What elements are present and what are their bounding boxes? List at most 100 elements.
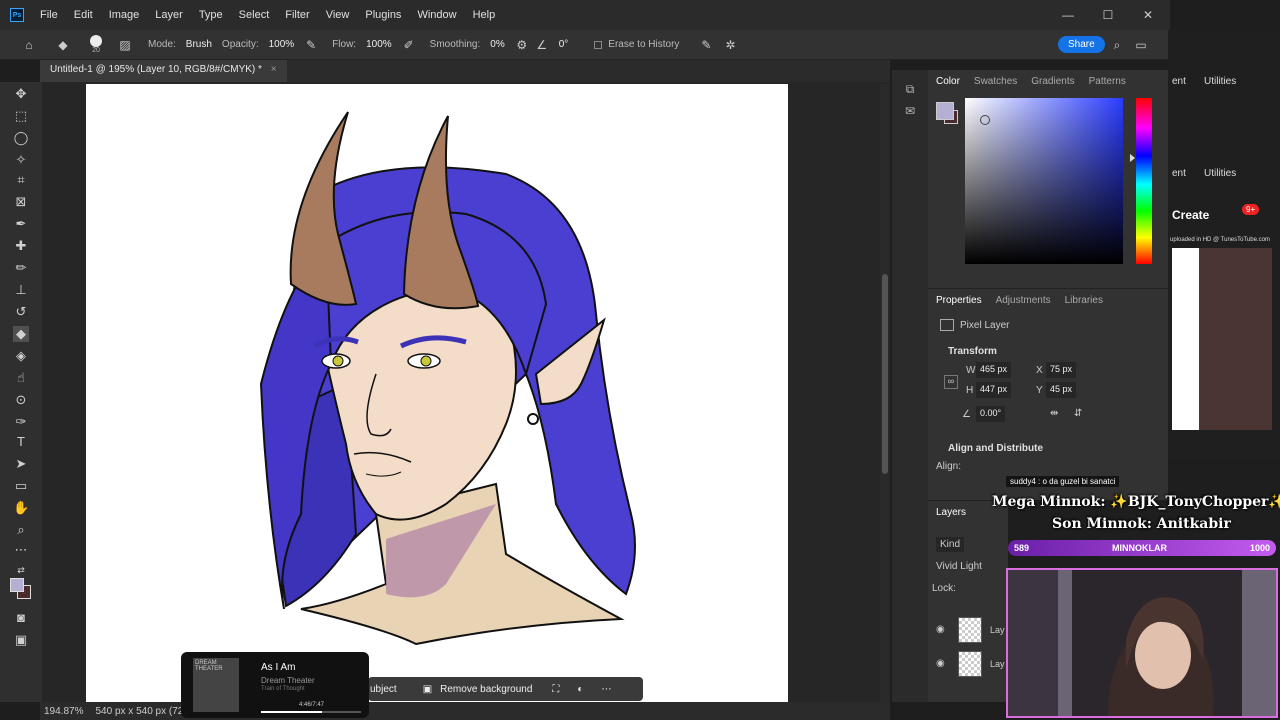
- y-input[interactable]: 45 px: [1046, 382, 1077, 398]
- hue-slider[interactable]: [1136, 98, 1152, 264]
- align-section-title[interactable]: Align and Distribute: [948, 443, 1043, 454]
- transform-section-title[interactable]: Transform: [948, 346, 997, 357]
- crop-tool-icon[interactable]: ⌗: [13, 172, 29, 188]
- tab-libraries[interactable]: Libraries: [1065, 295, 1103, 306]
- screen-mode-icon[interactable]: ▣: [13, 632, 29, 648]
- x-input[interactable]: 75 px: [1046, 362, 1077, 378]
- tab-color[interactable]: Color: [936, 76, 960, 87]
- tab-layers[interactable]: Layers: [936, 507, 966, 518]
- create-button[interactable]: Create: [1172, 208, 1209, 222]
- flip-vertical-icon[interactable]: ⇵: [1074, 408, 1082, 419]
- menu-help[interactable]: Help: [465, 9, 504, 21]
- frame-tool-icon[interactable]: ⊠: [13, 194, 29, 210]
- symmetry-icon[interactable]: ✲: [723, 38, 737, 52]
- tab-properties[interactable]: Properties: [936, 295, 982, 306]
- width-input[interactable]: 465 px: [976, 362, 1012, 378]
- hand-tool-icon[interactable]: ✋: [13, 500, 29, 516]
- brush-size-picker[interactable]: 20: [90, 35, 102, 54]
- erase-history-checkbox[interactable]: [594, 40, 603, 49]
- flow-input[interactable]: 100%: [362, 37, 396, 52]
- layer-row[interactable]: ◉ Lay: [928, 613, 1008, 647]
- eraser-tool-icon[interactable]: ◆: [13, 326, 29, 342]
- quick-mask-icon[interactable]: ◙: [13, 610, 29, 626]
- search-icon[interactable]: ⌕: [1110, 38, 1124, 52]
- marquee-tool-icon[interactable]: ⬚: [13, 108, 29, 124]
- minimize-button[interactable]: —: [1048, 8, 1088, 22]
- menu-type[interactable]: Type: [191, 9, 231, 21]
- history-panel-icon[interactable]: ⧉: [902, 82, 918, 98]
- dodge-tool-icon[interactable]: ⊙: [13, 392, 29, 408]
- share-button[interactable]: Share: [1058, 36, 1105, 53]
- link-dimensions-icon[interactable]: ∞: [944, 375, 958, 389]
- tab-swatches[interactable]: Swatches: [974, 76, 1017, 87]
- zoom-tool-icon[interactable]: ⌕: [13, 522, 29, 538]
- rotation-input[interactable]: 0.00°: [976, 406, 1006, 422]
- menu-file[interactable]: File: [32, 9, 66, 21]
- scroll-thumb[interactable]: [882, 274, 888, 474]
- flip-horizontal-icon[interactable]: ⇹: [1050, 408, 1058, 419]
- visibility-eye-icon[interactable]: ◉: [936, 658, 945, 669]
- swap-colors-icon[interactable]: ⇄: [13, 562, 29, 578]
- more-options-icon[interactable]: ⋯: [601, 684, 611, 695]
- magic-wand-tool-icon[interactable]: ✧: [13, 152, 29, 168]
- visibility-eye-icon[interactable]: ◉: [936, 624, 945, 635]
- color-picker-ring[interactable]: [980, 115, 990, 125]
- select-subject-button[interactable]: ubject: [370, 684, 397, 695]
- eraser-preset-icon[interactable]: ◆: [56, 38, 70, 52]
- more-tools-icon[interactable]: ⋯: [13, 542, 29, 558]
- maximize-button[interactable]: ☐: [1088, 8, 1128, 22]
- layer-row[interactable]: ◉ Lay: [928, 647, 1008, 681]
- tab-gradients[interactable]: Gradients: [1031, 76, 1074, 87]
- smoothing-gear-icon[interactable]: ⚙: [515, 38, 529, 52]
- menu-plugins[interactable]: Plugins: [357, 9, 409, 21]
- layer-filter-select[interactable]: Kind: [936, 537, 965, 552]
- foreground-color-swatch[interactable]: [10, 578, 24, 592]
- opacity-input[interactable]: 100%: [265, 37, 299, 52]
- vertical-scrollbar[interactable]: [880, 84, 890, 702]
- smudge-tool-icon[interactable]: ☝: [13, 370, 29, 386]
- clone-stamp-tool-icon[interactable]: ⊥: [13, 282, 29, 298]
- healing-brush-tool-icon[interactable]: ✚: [13, 238, 29, 254]
- smoothing-input[interactable]: 0%: [486, 37, 508, 52]
- document-tab[interactable]: Untitled-1 @ 195% (Layer 10, RGB/8#/CMYK…: [40, 60, 287, 82]
- close-tab-icon[interactable]: ×: [271, 64, 277, 75]
- type-tool-icon[interactable]: T: [13, 434, 29, 450]
- blend-mode-select[interactable]: Vivid Light: [936, 561, 982, 572]
- lasso-tool-icon[interactable]: ◯: [13, 130, 29, 146]
- menu-filter[interactable]: Filter: [277, 9, 317, 21]
- hue-slider-marker[interactable]: [1130, 154, 1135, 162]
- canvas[interactable]: [86, 84, 788, 702]
- menu-edit[interactable]: Edit: [66, 9, 101, 21]
- menu-view[interactable]: View: [318, 9, 358, 21]
- angle-input[interactable]: 0°: [555, 37, 573, 52]
- tab-patterns[interactable]: Patterns: [1089, 76, 1126, 87]
- brush-settings-icon[interactable]: ▨: [118, 38, 132, 52]
- paint-bucket-tool-icon[interactable]: ◈: [13, 348, 29, 364]
- rectangle-tool-icon[interactable]: ▭: [13, 478, 29, 494]
- video-thumbnail[interactable]: [1172, 248, 1272, 430]
- menu-image[interactable]: Image: [101, 9, 148, 21]
- pressure-size-icon[interactable]: ✎: [699, 38, 713, 52]
- tab-adjustments[interactable]: Adjustments: [996, 295, 1051, 306]
- menu-window[interactable]: Window: [409, 9, 464, 21]
- browser-utilities-2[interactable]: Utilities: [1204, 168, 1236, 179]
- height-input[interactable]: 447 px: [976, 382, 1012, 398]
- adjustment-icon[interactable]: ◐: [577, 684, 583, 695]
- home-icon[interactable]: ⌂: [22, 38, 36, 52]
- remove-background-button[interactable]: Remove background: [440, 684, 532, 695]
- path-selection-tool-icon[interactable]: ➤: [13, 456, 29, 472]
- close-window-button[interactable]: ✕: [1128, 8, 1168, 22]
- browser-utilities-1[interactable]: Utilities: [1204, 76, 1236, 87]
- history-brush-tool-icon[interactable]: ↺: [13, 304, 29, 320]
- panel-foreground-swatch[interactable]: [936, 102, 954, 120]
- menu-layer[interactable]: Layer: [147, 9, 191, 21]
- transform-icon[interactable]: ⛶: [552, 684, 559, 695]
- menu-select[interactable]: Select: [231, 9, 278, 21]
- pen-tool-icon[interactable]: ✑: [13, 414, 29, 430]
- mode-select[interactable]: Brush: [182, 37, 216, 52]
- comments-panel-icon[interactable]: ✉: [902, 104, 918, 120]
- brush-tool-icon[interactable]: ✏: [13, 260, 29, 276]
- eyedropper-tool-icon[interactable]: ✒: [13, 216, 29, 232]
- zoom-level[interactable]: 194.87%: [44, 706, 83, 717]
- move-tool-icon[interactable]: ✥: [13, 86, 29, 102]
